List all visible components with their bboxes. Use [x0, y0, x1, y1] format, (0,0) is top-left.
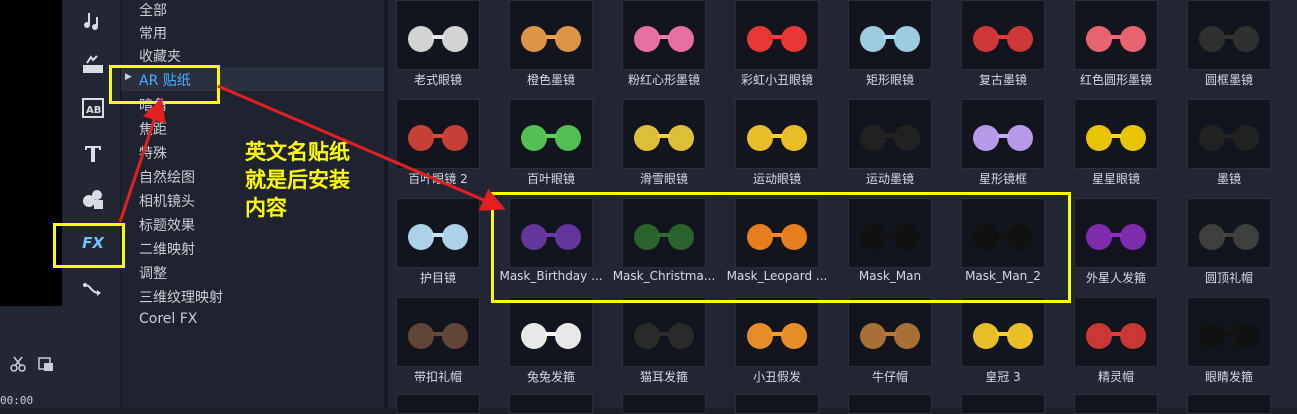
arrow-to-masks — [217, 84, 506, 211]
arrow-to-category — [118, 97, 166, 223]
annotation-arrows — [118, 84, 506, 223]
